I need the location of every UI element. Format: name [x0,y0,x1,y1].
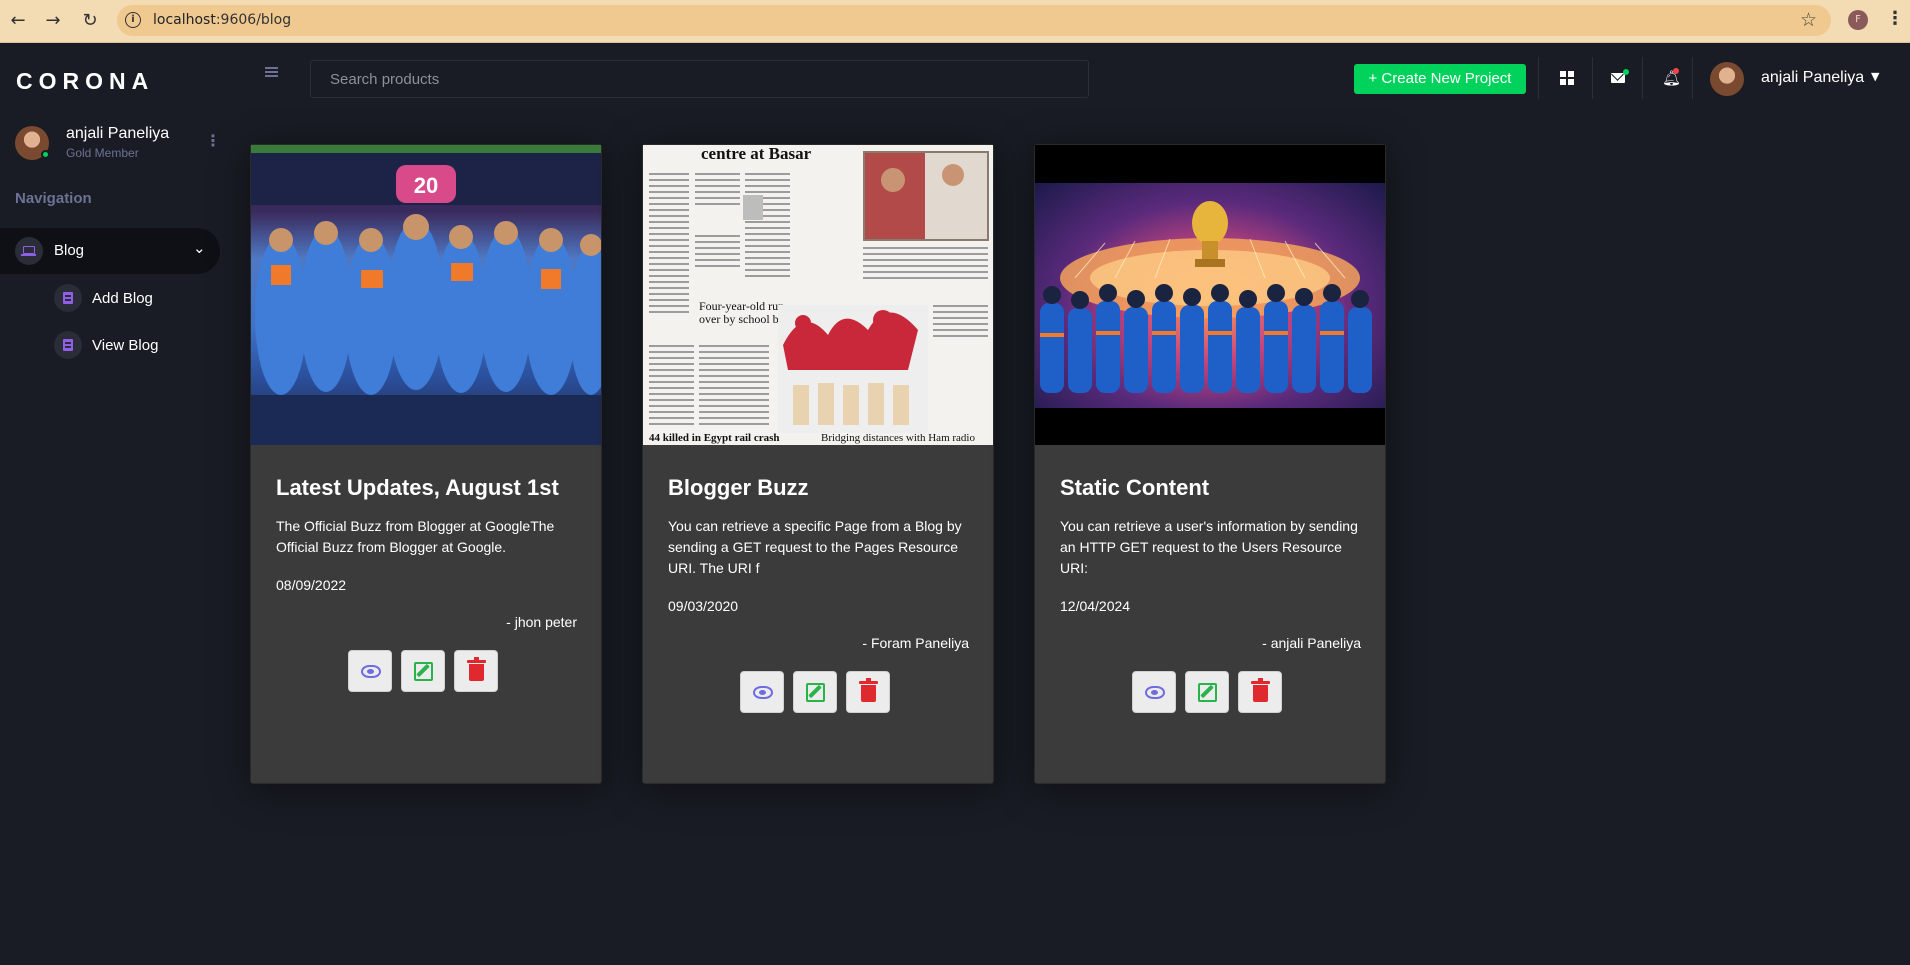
browser-toolbar: ← → ↻ i localhost:9606/blog ☆ F ⋮ [0,0,1910,43]
sidebar-item-label: Blog [54,242,85,259]
cricket-team-celebration-photo: 20 [251,145,601,445]
laptop-icon [15,237,43,265]
search-input[interactable] [310,60,1089,98]
divider [1592,57,1593,99]
navbar-username[interactable]: anjali Paneliya [1761,69,1864,87]
trash-icon [1251,678,1270,702]
card-description: The Official Buzz from Blogger at Google… [276,518,555,555]
address-bar[interactable]: i localhost:9606/blog ☆ [117,5,1831,36]
grid-icon[interactable] [1552,63,1582,93]
blog-card: centre at Basar Four-year-old run over b… [642,144,994,784]
bell-icon[interactable]: 🔔︎ [1654,63,1684,93]
url-text[interactable]: localhost:9606/blog [153,12,291,28]
divider [1692,57,1693,99]
delete-button[interactable] [1238,671,1282,713]
card-title: Blogger Buzz [668,475,809,500]
divider [1642,57,1643,99]
mail-icon[interactable] [1603,63,1633,93]
divider [1538,57,1539,99]
trash-icon [859,678,878,702]
card-author: - Foram Paneliya [862,635,969,651]
sidebar-subitem-label: Add Blog [92,290,153,307]
sidebar-item-blog[interactable]: Blog ⌄ [0,228,220,274]
message-indicator-dot [1623,69,1629,75]
url-host: localhost [153,12,216,28]
chevron-down-icon: ⌄ [193,239,206,257]
edit-icon [806,683,825,702]
sidebar-username: anjali Paneliya [66,125,170,142]
edit-button[interactable] [793,671,837,713]
card-author: - jhon peter [506,614,577,630]
trash-icon [467,657,486,681]
card-date: 08/09/2022 [276,577,347,593]
newspaper-subheadline: Four-year-old run [699,299,784,313]
bookmark-star-icon[interactable]: ☆ [1800,9,1817,31]
edit-icon [414,662,433,681]
edit-icon [1198,683,1217,702]
back-arrow-icon[interactable]: ← [7,10,29,32]
url-path: :9606/blog [215,12,292,28]
eye-icon [753,686,773,699]
view-button[interactable] [740,671,784,713]
card-title: Static Content [1060,475,1210,500]
sidebar-item-view-blog[interactable]: View Blog [54,328,214,362]
sidebar-item-add-blog[interactable]: Add Blog [54,281,214,315]
view-button[interactable] [348,650,392,692]
newspaper-page-photo: centre at Basar Four-year-old run over b… [643,145,993,445]
blog-card: 20 Latest Updates, August 1st The Offici… [250,144,602,784]
newspaper-subheadline: over by school bus [699,312,790,326]
edit-button[interactable] [401,650,445,692]
cricket-team-stadium-trophy-photo [1035,145,1385,445]
document-icon [54,284,82,312]
forward-arrow-icon[interactable]: → [42,10,64,32]
browser-profile-avatar[interactable]: F [1848,10,1868,30]
sidebar-user-role: Gold Member [66,146,139,160]
nav-heading: Navigation [15,190,92,207]
site-info-icon[interactable]: i [125,12,141,28]
newspaper-subheadline: Bridging distances with Ham radio [821,432,975,444]
edit-button[interactable] [1185,671,1229,713]
card-author: - anjali Paneliya [1262,635,1361,651]
document-icon [54,331,82,359]
delete-button[interactable] [846,671,890,713]
profile-options-icon[interactable]: ⋮ [205,131,221,150]
online-status-dot [41,150,50,159]
card-description: You can retrieve a user's information by… [1060,518,1358,576]
newspaper-headline: centre at Basar [701,145,812,163]
notification-indicator-dot [1673,68,1679,74]
sidebar-subitem-label: View Blog [92,337,159,354]
blog-card: Static Content You can retrieve a user's… [1034,144,1386,784]
svg-text:20: 20 [414,173,438,198]
eye-icon [1145,686,1165,699]
card-date: 09/03/2020 [668,598,739,614]
card-description: You can retrieve a specific Page from a … [668,518,962,576]
sidebar-avatar [15,126,50,160]
menu-toggle-icon[interactable] [265,67,278,77]
reload-icon[interactable]: ↻ [79,10,101,32]
avatar[interactable] [1710,62,1744,96]
view-button[interactable] [1132,671,1176,713]
brand-logo[interactable]: CORONA [16,68,154,95]
caret-down-icon[interactable]: ▼ [1871,70,1879,83]
card-date: 12/04/2024 [1060,598,1131,614]
eye-icon [361,665,381,678]
card-title: Latest Updates, August 1st [276,475,559,500]
newspaper-subheadline: 44 killed in Egypt rail crash [649,432,780,444]
top-navbar: + Create New Project 🔔︎ anjali Paneliya … [220,43,1910,113]
sidebar: CORONA anjali Paneliya Gold Member ⋮ Nav… [0,43,221,965]
create-project-button[interactable]: + Create New Project [1354,64,1526,94]
delete-button[interactable] [454,650,498,692]
browser-menu-icon[interactable]: ⋮ [1886,8,1904,30]
